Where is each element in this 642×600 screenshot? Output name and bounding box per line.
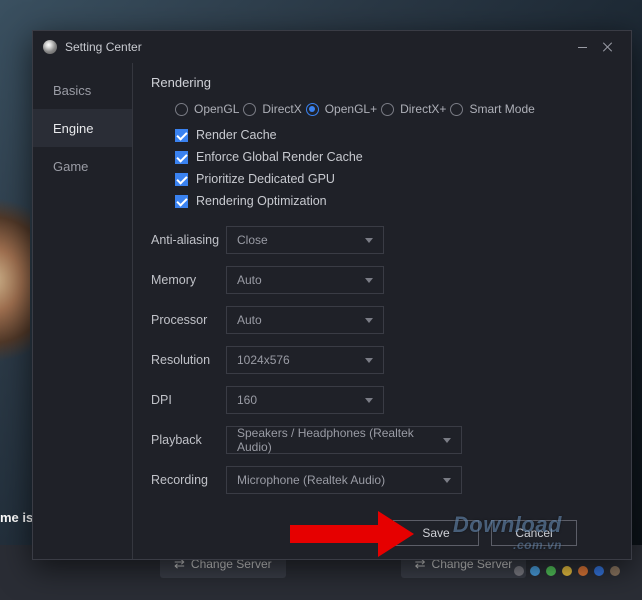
chevron-down-icon: [365, 238, 373, 243]
status-dot: [546, 566, 556, 576]
label-anti-aliasing: Anti-aliasing: [151, 233, 226, 247]
app-icon: [43, 40, 57, 54]
chevron-down-icon: [365, 398, 373, 403]
label-memory: Memory: [151, 273, 226, 287]
rendering-checks: Render Cache Enforce Global Render Cache…: [175, 124, 613, 212]
select-dpi[interactable]: 160: [226, 386, 384, 414]
chevron-down-icon: [365, 358, 373, 363]
titlebar: Setting Center: [33, 31, 631, 63]
select-processor[interactable]: Auto: [226, 306, 384, 334]
check-enforce-global-cache[interactable]: Enforce Global Render Cache: [175, 146, 613, 168]
minimize-button[interactable]: [569, 37, 595, 57]
radio-smartmode[interactable]: Smart Mode: [450, 102, 534, 116]
sidebar: Basics Engine Game: [33, 63, 133, 559]
checkbox-icon: [175, 129, 188, 142]
sidebar-item-game[interactable]: Game: [33, 147, 132, 185]
check-rendering-optimization[interactable]: Rendering Optimization: [175, 190, 613, 212]
rendering-engine-radios: OpenGL DirectX OpenGL+ DirectX+ Smart Mo…: [175, 102, 613, 116]
minimize-icon: [578, 47, 587, 48]
status-dots: [514, 566, 620, 576]
dialog-buttons: Save Cancel: [151, 506, 613, 546]
truncated-bg-text: me is: [0, 510, 33, 525]
status-dot: [514, 566, 524, 576]
status-dot: [610, 566, 620, 576]
checkbox-icon: [175, 195, 188, 208]
chevron-down-icon: [443, 478, 451, 483]
radio-icon: [450, 103, 463, 116]
label-processor: Processor: [151, 313, 226, 327]
chevron-down-icon: [443, 438, 451, 443]
settings-modal: Setting Center Basics Engine Game Render…: [32, 30, 632, 560]
select-memory[interactable]: Auto: [226, 266, 384, 294]
radio-opengl[interactable]: OpenGL: [175, 102, 239, 116]
label-resolution: Resolution: [151, 353, 226, 367]
radio-icon: [381, 103, 394, 116]
sidebar-item-engine[interactable]: Engine: [33, 109, 132, 147]
save-button[interactable]: Save: [393, 520, 479, 546]
status-dot: [578, 566, 588, 576]
chevron-down-icon: [365, 278, 373, 283]
close-icon: [603, 42, 613, 52]
checkbox-icon: [175, 151, 188, 164]
select-recording[interactable]: Microphone (Realtek Audio): [226, 466, 462, 494]
label-playback: Playback: [151, 433, 226, 447]
radio-directx[interactable]: DirectX: [243, 102, 301, 116]
window-title: Setting Center: [65, 40, 142, 54]
content-pane: Rendering OpenGL DirectX OpenGL+ DirectX…: [133, 63, 631, 559]
radio-directxplus[interactable]: DirectX+: [381, 102, 446, 116]
label-dpi: DPI: [151, 393, 226, 407]
radio-openglplus[interactable]: OpenGL+: [306, 102, 377, 116]
status-dot: [562, 566, 572, 576]
radio-icon: [175, 103, 188, 116]
close-button[interactable]: [595, 37, 621, 57]
select-resolution[interactable]: 1024x576: [226, 346, 384, 374]
radio-icon: [306, 103, 319, 116]
section-heading-rendering: Rendering: [151, 75, 613, 90]
status-dot: [594, 566, 604, 576]
select-playback[interactable]: Speakers / Headphones (Realtek Audio): [226, 426, 462, 454]
checkbox-icon: [175, 173, 188, 186]
cancel-button[interactable]: Cancel: [491, 520, 577, 546]
chevron-down-icon: [365, 318, 373, 323]
select-anti-aliasing[interactable]: Close: [226, 226, 384, 254]
check-render-cache[interactable]: Render Cache: [175, 124, 613, 146]
sidebar-item-basics[interactable]: Basics: [33, 71, 132, 109]
status-dot: [530, 566, 540, 576]
radio-icon: [243, 103, 256, 116]
label-recording: Recording: [151, 473, 226, 487]
check-prioritize-gpu[interactable]: Prioritize Dedicated GPU: [175, 168, 613, 190]
